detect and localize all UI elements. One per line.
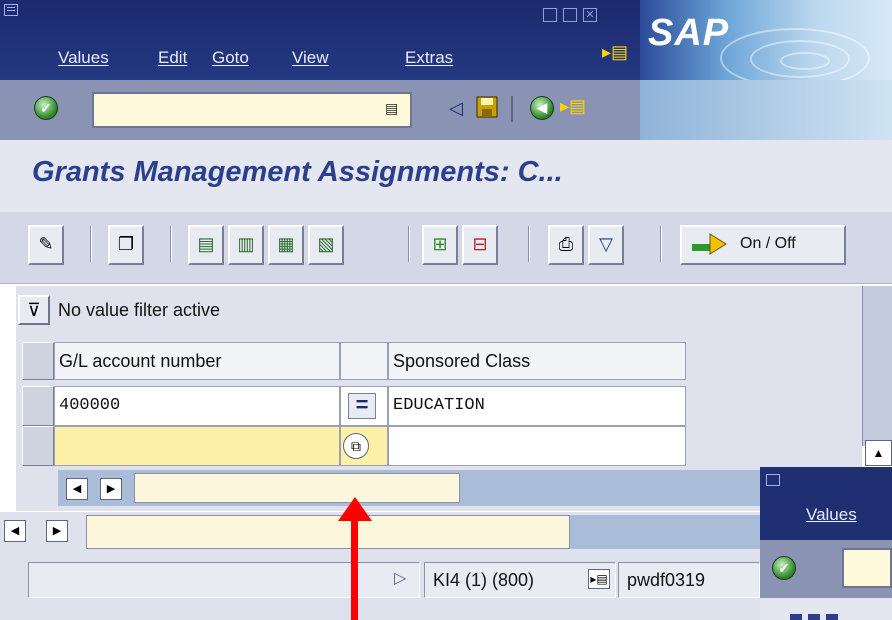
column-header-sponsored-class[interactable]: Sponsored Class [388, 342, 686, 380]
insert-row-icon[interactable]: ⊞ [422, 225, 458, 265]
toolbar-decoration [640, 80, 892, 140]
on-off-arrow-icon [690, 232, 730, 256]
equals-operator-icon[interactable]: = [348, 393, 376, 419]
menu-edit[interactable]: Edit [158, 48, 187, 68]
enter-check-icon[interactable]: ✓ [772, 556, 796, 580]
customize-layout-icon[interactable]: ▸▤ [560, 96, 586, 117]
back-arrow-icon[interactable]: ◁ [443, 95, 469, 121]
system-info-dropdown-icon[interactable]: ▸▤ [588, 569, 610, 589]
status-message-field [28, 562, 420, 598]
maximize-icon[interactable] [563, 8, 577, 22]
filter-status-text: No value filter active [58, 300, 221, 320]
annotation-arrow-shaft [351, 518, 358, 620]
toolbar-separator [90, 226, 92, 262]
system-menu-icon[interactable] [4, 4, 18, 16]
scroll-right-icon[interactable]: ▶ [46, 520, 68, 542]
print-icon[interactable]: ⎙ [548, 225, 584, 265]
scroll-left-icon[interactable]: ◀ [66, 478, 88, 500]
scroll-right-icon[interactable]: ▶ [100, 478, 122, 500]
toolbar-separator [660, 226, 662, 262]
scroll-left-icon[interactable]: ◀ [4, 520, 26, 542]
filter-icon[interactable]: ▽ [588, 225, 624, 265]
page-title: Grants Management Assignments: C... [32, 156, 563, 188]
sap-logo: SAP [648, 12, 730, 54]
row-selector[interactable] [22, 386, 54, 426]
outer-scrollbar-thumb[interactable] [86, 515, 570, 549]
second-window-menu-values[interactable]: Values [806, 505, 857, 525]
filter-toggle-button[interactable]: ⊽ [18, 295, 50, 325]
enter-check-icon[interactable]: ✓ [34, 96, 58, 120]
toolbar-separator [170, 226, 172, 262]
command-history-icon[interactable]: ▤ [385, 100, 401, 118]
second-window-command-field[interactable] [842, 548, 892, 588]
menu-goto[interactable]: Goto [212, 48, 249, 68]
sponsored-class-cell[interactable]: EDUCATION [388, 386, 686, 426]
toolbar-separator [528, 226, 530, 262]
select-all-rows-button[interactable] [22, 342, 54, 380]
outer-scrollbar-track [570, 515, 760, 549]
right-panel [862, 286, 892, 446]
deselect-all-icon[interactable]: ▦ [268, 225, 304, 265]
gl-account-cell[interactable]: 400000 [54, 386, 340, 426]
select-block-icon[interactable]: ▥ [228, 225, 264, 265]
save-icon[interactable] [474, 95, 500, 121]
column-header-gl-account[interactable]: G/L account number [54, 342, 340, 380]
scroll-up-icon[interactable]: ▲ [865, 440, 892, 466]
display-change-icon[interactable]: ✎ [28, 225, 64, 265]
on-off-label: On / Off [740, 235, 796, 252]
select-filter-icon[interactable]: ▧ [308, 225, 344, 265]
back-navigate-icon[interactable]: ◀ [530, 96, 554, 120]
copy-icon[interactable]: ❐ [108, 225, 144, 265]
inner-scrollbar-thumb[interactable] [134, 473, 460, 503]
toolbar-separator [511, 96, 513, 122]
ripple-decoration [780, 52, 830, 70]
server-info-field: pwdf0319 [618, 562, 760, 598]
select-all-icon[interactable]: ▤ [188, 225, 224, 265]
delete-row-icon[interactable]: ⊟ [462, 225, 498, 265]
row-selector[interactable] [22, 426, 54, 466]
second-window-title-fragment [790, 606, 860, 620]
multiple-selection-icon[interactable]: ⧉ [343, 433, 369, 459]
status-expand-icon[interactable]: ▷ [394, 568, 406, 588]
menu-values[interactable]: Values [58, 48, 109, 68]
command-field[interactable] [92, 92, 412, 128]
toolbar-separator [408, 226, 410, 262]
menu-extras[interactable]: Extras [405, 48, 453, 68]
minimize-icon[interactable] [543, 8, 557, 22]
sponsored-class-input[interactable] [388, 426, 686, 466]
system-menu-icon[interactable] [766, 474, 780, 486]
close-icon[interactable]: ✕ [583, 8, 597, 22]
customize-layout-icon[interactable]: ▸▤ [602, 42, 628, 63]
gl-account-input[interactable] [54, 426, 340, 466]
menu-view[interactable]: View [292, 48, 329, 68]
column-header-operator[interactable] [340, 342, 388, 380]
